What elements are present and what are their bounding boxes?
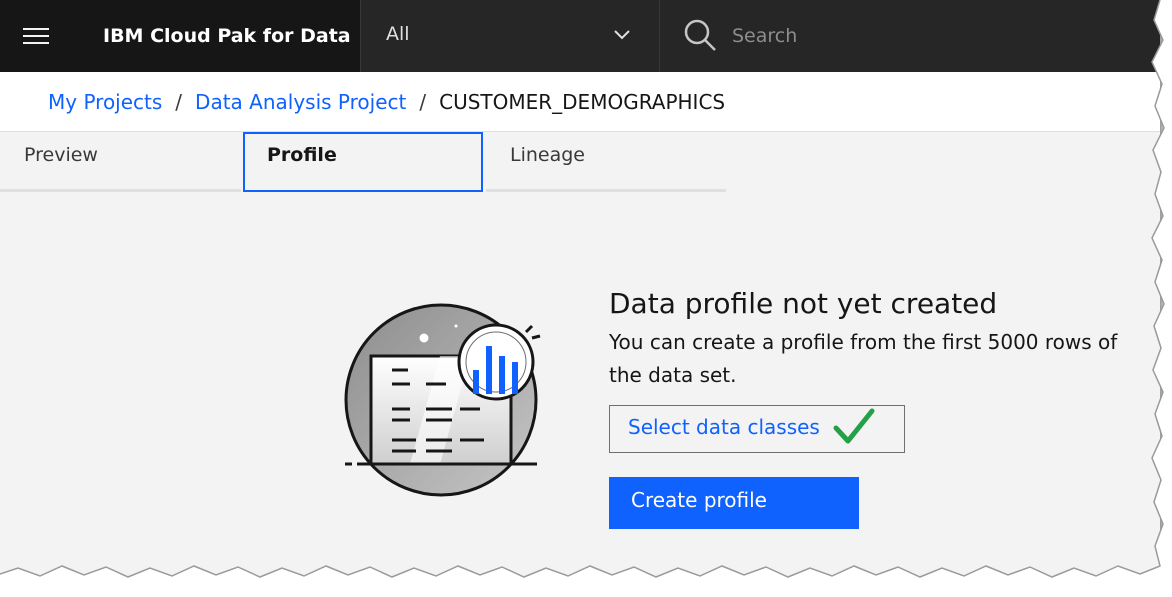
torn-edge-decoration xyxy=(0,0,1172,597)
